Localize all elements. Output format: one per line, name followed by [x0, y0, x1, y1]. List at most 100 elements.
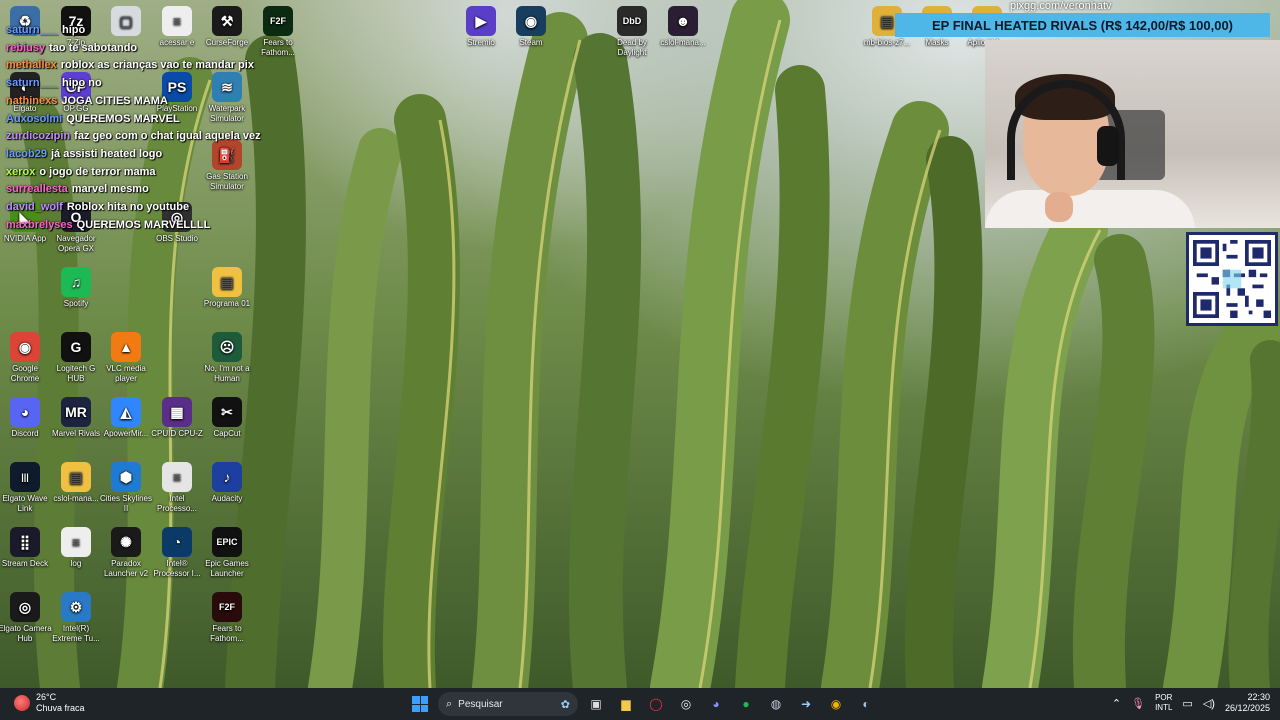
desktop-icon-logitech[interactable]: G Logitech G HUB — [48, 332, 104, 384]
streamer-shirt — [985, 190, 1195, 228]
desktop-icon-no-im-not-human[interactable]: ☹ No, I'm not a Human — [199, 332, 255, 384]
chat-text: Roblox hita no youtube — [66, 201, 190, 214]
weather-description: Chuva fraca — [36, 703, 85, 713]
chat-text: QUEREMOS MARVELLLL — [76, 218, 211, 231]
desktop-icon-log[interactable]: ≡ log — [48, 527, 104, 569]
desktop-icon-programa-01[interactable]: ▤ Programa 01 — [199, 267, 255, 309]
chat-message: methallex roblox as crianças vao te manda… — [6, 57, 336, 75]
network-icon[interactable]: ▭ — [1182, 697, 1192, 710]
desktop-icon-steam[interactable]: ◉ Steam — [503, 6, 559, 48]
desktop-icon-cslol-manager-top[interactable]: ☻ cslol-mana... — [655, 6, 711, 48]
desktop-icon-cpuid[interactable]: ▦ CPUID CPU-Z — [149, 397, 205, 439]
weather-icon — [14, 695, 30, 711]
app-taskbar-icon[interactable]: ➜ — [794, 692, 818, 716]
file-explorer-icon[interactable]: ▆ — [614, 692, 638, 716]
desktop-icon-label: Audacity — [211, 494, 243, 503]
stream-chat-overlay: saturn___ hipo rebiusy tao te sabotando meth… — [6, 22, 336, 234]
microphone-icon[interactable]: 🎙 — [1131, 697, 1145, 710]
search-placeholder: Pesquisar — [458, 698, 503, 710]
streamer-hand — [1045, 192, 1073, 222]
qr-code-icon — [1193, 240, 1271, 318]
paradox-icon: ✺ — [111, 527, 141, 557]
opera-gx-taskbar-icon[interactable]: ◯ — [644, 692, 668, 716]
chat-text: o jogo de terror mama — [39, 165, 156, 178]
steam-taskbar-icon[interactable]: ◐ — [854, 692, 878, 716]
spotify-taskbar-icon[interactable]: ● — [734, 692, 758, 716]
desktop-icon-capcut[interactable]: ✂ CapCut — [199, 397, 255, 439]
task-view-icon[interactable]: ▣ — [584, 692, 608, 716]
cities-skylines-icon: ⬢ — [111, 462, 141, 492]
desktop-icon-label: No, I'm not a Human — [204, 364, 250, 383]
desktop-icon-label: cslol-mana... — [660, 38, 706, 47]
clock[interactable]: 22:30 26/12/2025 — [1225, 692, 1270, 714]
elgato-taskbar-icon[interactable]: ◍ — [764, 692, 788, 716]
discord-taskbar-icon[interactable]: ◕ — [704, 692, 728, 716]
chevron-up-icon[interactable]: ⌃ — [1112, 697, 1121, 710]
chat-message: xerox o jogo de terror mama — [6, 164, 336, 182]
dead-by-daylight-icon: DbD — [617, 6, 647, 36]
desktop-icon-stremio[interactable]: ▶ Stremio — [453, 6, 509, 48]
desktop-icon-label: Dead by Daylight — [617, 38, 647, 57]
desktop-icon-label: cslol-mana... — [53, 494, 99, 503]
stream-deck-icon: ⣿ — [10, 527, 40, 557]
chat-username: saturn___ — [6, 77, 58, 90]
desktop-icon-label: Stremio — [467, 38, 495, 47]
language-bottom: INTL — [1155, 703, 1173, 712]
desktop-icon-elgato-wave[interactable]: ||| Elgato Wave Link — [0, 462, 53, 514]
chat-message: nathinexs JOGA CITIES MAMA — [6, 93, 336, 111]
desktop-icon-intel-processor[interactable]: ≡ Intel Processo... — [149, 462, 205, 514]
discord-icon: ◕ — [10, 397, 40, 427]
desktop-icon-label: ApowerMir... — [103, 429, 149, 438]
desktop-icon-stream-deck[interactable]: ⣿ Stream Deck — [0, 527, 53, 569]
desktop-icon-label: CPUID CPU-Z — [151, 429, 203, 438]
audacity-icon: ♪ — [212, 462, 242, 492]
desktop-icon-label: Elgato Camera Hub — [0, 624, 52, 643]
desktop-icon-spotify[interactable]: ♫ Spotify — [48, 267, 104, 309]
desktop-icon-label: Steam — [519, 38, 543, 47]
desktop-icon-cities-skylines[interactable]: ⬢ Cities Skylines II — [98, 462, 154, 514]
headset-earcup — [1097, 126, 1119, 166]
chat-message: saturn___ hipo no — [6, 75, 336, 93]
desktop-icon-discord[interactable]: ◕ Discord — [0, 397, 53, 439]
chat-username: surreallesta — [6, 183, 68, 196]
desktop-icon-fears-to-fathom-2[interactable]: F2F Fears to Fathom... — [199, 592, 255, 644]
chat-text: já assisti heated logo — [50, 147, 163, 160]
chat-message: maxbrelyses QUEREMOS MARVELLLL — [6, 217, 336, 235]
chat-message: lacob29 já assisti heated logo — [6, 146, 336, 164]
desktop-icon-label: Intel(R) Extreme Tu... — [52, 624, 100, 643]
desktop-icon-marvel-rivals[interactable]: MR Marvel Rivals — [48, 397, 104, 439]
chat-text: marvel mesmo — [71, 183, 149, 196]
desktop-icon-label: CapCut — [213, 429, 241, 438]
chrome-taskbar-icon[interactable]: ◉ — [824, 692, 848, 716]
weather-widget[interactable]: 26°C Chuva fraca — [14, 692, 85, 714]
desktop-icon-apowermirror[interactable]: ◭ ApowerMir... — [98, 397, 154, 439]
desktop-icon-label: mb-bios-z7... — [863, 38, 911, 47]
desktop-icon-label: Intel Processo... — [156, 494, 197, 513]
taskbar-search[interactable]: ⌕ Pesquisar ✿ — [438, 692, 578, 716]
chat-message: david_wolf Roblox hita no youtube — [6, 199, 336, 217]
language-top: POR — [1155, 693, 1173, 702]
start-button[interactable] — [408, 692, 432, 716]
desktop-icon-audacity[interactable]: ♪ Audacity — [199, 462, 255, 504]
language-indicator[interactable]: POR INTL — [1155, 693, 1172, 713]
desktop-icon-label: Masks — [925, 38, 949, 47]
chat-username: xerox — [6, 165, 36, 178]
obs-taskbar-icon[interactable]: ◎ — [674, 692, 698, 716]
desktop-icon-epic-games[interactable]: EPIC Epic Games Launcher — [199, 527, 255, 579]
spotify-icon: ♫ — [61, 267, 91, 297]
desktop-icon-dead-by-daylight[interactable]: DbD Dead by Daylight — [604, 6, 660, 58]
volume-icon[interactable]: ◁) — [1203, 697, 1215, 710]
clock-date: 26/12/2025 — [1224, 703, 1270, 713]
goal-banner: EP FINAL HEATED RIVALS (R$ 142,00/R$ 100… — [895, 13, 1270, 37]
chat-text: QUEREMOS MARVEL — [66, 112, 180, 125]
desktop-icon-elgato-camera[interactable]: ◎ Elgato Camera Hub — [0, 592, 53, 644]
desktop-icon-chrome[interactable]: ◉ Google Chrome — [0, 332, 53, 384]
desktop-icon-vlc[interactable]: ▲ VLC media player — [98, 332, 154, 384]
desktop-icon-label: OBS Studio — [156, 234, 198, 243]
desktop-icon-intel-processor-id[interactable]: ◔ Intel® Processor I... — [149, 527, 205, 579]
desktop-icon-paradox[interactable]: ✺ Paradox Launcher v2 — [98, 527, 154, 579]
desktop-icon-label: Google Chrome — [10, 364, 40, 383]
desktop-icon-cslol-manager[interactable]: ▤ cslol-mana... — [48, 462, 104, 504]
desktop-icon-label: Marvel Rivals — [51, 429, 100, 438]
desktop-icon-intel-extreme[interactable]: ⚙ Intel(R) Extreme Tu... — [48, 592, 104, 644]
